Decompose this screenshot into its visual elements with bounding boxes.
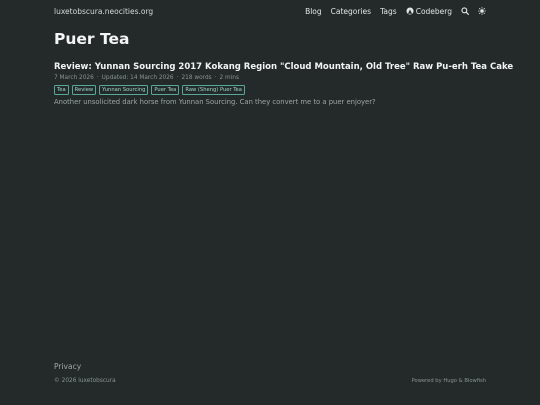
meta-separator: · [96, 75, 99, 81]
tag-tea[interactable]: Tea [54, 85, 69, 95]
article-title-link[interactable]: Review: Yunnan Sourcing 2017 Kokang Regi… [54, 62, 513, 72]
privacy-link[interactable]: Privacy [54, 362, 81, 371]
article-summary: Another unsolicited dark horse from Yunn… [54, 98, 376, 106]
nav-categories[interactable]: Categories [331, 7, 371, 16]
article-tags: Tea Review Yunnan Sourcing Puer Tea Raw … [54, 85, 500, 95]
site-footer: © 2026 luxetobscura Powered by Hugo & Bl… [54, 378, 486, 384]
nav-codeberg-label: Codeberg [415, 6, 452, 16]
powered-by-link[interactable]: Powered by Hugo & Blowfish [412, 378, 486, 384]
copyright-text: © 2026 luxetobscura [54, 378, 116, 384]
article-meta: 7 March 2026 · Updated: 14 March 2026 · 218 … [54, 74, 500, 82]
article-card: Review: Yunnan Sourcing 2017 Kokang Regi… [54, 62, 513, 107]
nav-blog[interactable]: Blog [305, 7, 322, 16]
codeberg-icon [406, 7, 414, 15]
article-date: 7 March 2026 [54, 75, 94, 81]
article-word-count: 218 words [181, 75, 212, 81]
tag-puer-tea[interactable]: Puer Tea [151, 85, 180, 95]
sun-icon[interactable] [478, 7, 486, 15]
nav-tags[interactable]: Tags [380, 7, 397, 16]
meta-separator: · [214, 75, 217, 81]
article-updated: Updated: 14 March 2026 [101, 75, 174, 81]
meta-separator: · [176, 75, 179, 81]
page-title: Puer Tea [54, 30, 130, 48]
search-icon[interactable] [461, 7, 469, 15]
tag-raw-sheng-puer-tea[interactable]: Raw (Sheng) Puer Tea [182, 85, 245, 95]
article-reading-time: 2 mins [219, 75, 239, 81]
main-nav: Blog Categories Tags Codeberg [305, 7, 486, 16]
site-header: luxetobscura.neocities.org Blog Categori… [54, 4, 486, 18]
tag-review[interactable]: Review [71, 85, 97, 95]
site-name-link[interactable]: luxetobscura.neocities.org [54, 7, 153, 16]
tag-yunnan-sourcing[interactable]: Yunnan Sourcing [99, 85, 149, 95]
nav-codeberg[interactable]: Codeberg [406, 7, 452, 16]
